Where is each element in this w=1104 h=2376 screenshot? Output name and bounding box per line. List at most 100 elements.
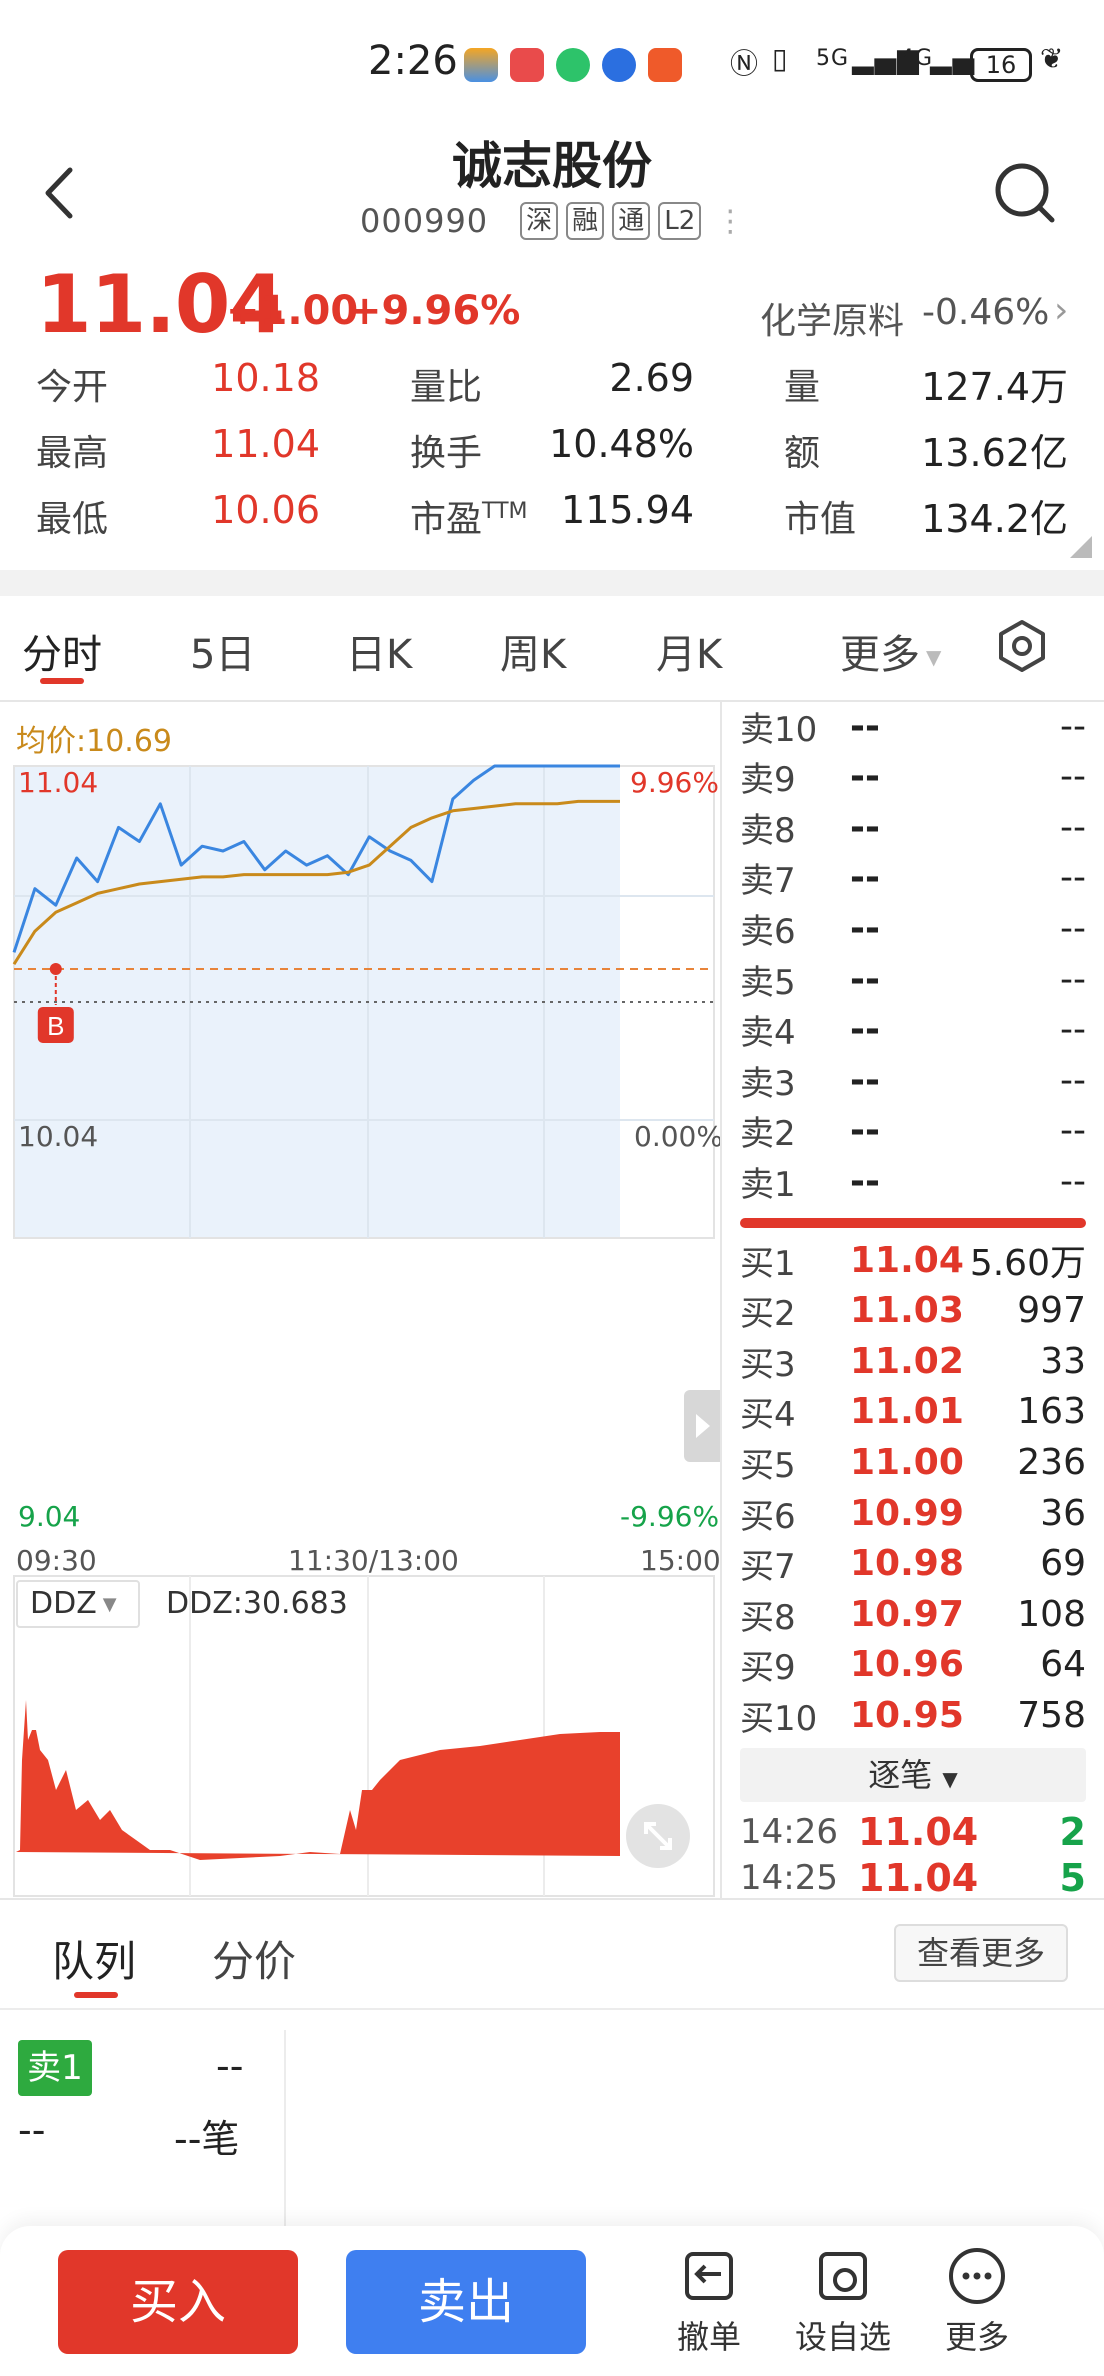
order-level-label: 卖4: [740, 1013, 796, 1054]
sector-name[interactable]: 化学原料: [760, 292, 904, 344]
chart-settings-button[interactable]: [994, 618, 1050, 674]
stat-vol-ratio: 2.69: [609, 356, 694, 400]
stat-turnover-label: 换手: [410, 433, 483, 474]
tick-row: 14:26 11.04 2: [740, 1810, 1086, 1854]
section-divider: [0, 1898, 1104, 1900]
expand-corner-icon[interactable]: [1070, 536, 1092, 558]
stat-volume-label: 量: [784, 367, 821, 408]
y-axis-high: 11.04: [18, 766, 99, 799]
tab-intraday[interactable]: 分时: [22, 622, 102, 680]
order-price: --: [850, 756, 880, 798]
caret-down-icon: ▼: [926, 645, 942, 669]
tab-more-label: 更多: [840, 632, 920, 678]
nfc-icon: Ⓝ: [730, 47, 760, 80]
order-price: --: [850, 1160, 880, 1202]
tick-by-tick-label: 逐笔: [868, 1756, 933, 1794]
sell-order-row[interactable]: 卖9 -- --: [740, 753, 1086, 801]
tick-by-tick-toggle[interactable]: 逐笔 ▼: [740, 1748, 1086, 1802]
more-actions-button[interactable]: 更多: [922, 2246, 1032, 2358]
sell-order-row[interactable]: 卖2 -- --: [740, 1107, 1086, 1155]
stock-code-row: 000990 深 融 通 L2 ⋮: [360, 202, 745, 240]
chevron-right-icon[interactable]: ›: [1054, 290, 1068, 331]
buy-order-row[interactable]: 买6 10.99 36: [740, 1489, 1086, 1537]
buy-order-row[interactable]: 买10 10.95 758: [740, 1691, 1086, 1739]
sell1-value: --: [216, 2044, 244, 2088]
add-watchlist-button[interactable]: 设自选: [788, 2246, 898, 2358]
order-level-label: 买5: [740, 1445, 796, 1486]
order-volume: 69: [1040, 1543, 1086, 1585]
sell-order-row[interactable]: 卖10 -- --: [740, 702, 1086, 750]
tab-monthly-k[interactable]: 月K: [656, 622, 722, 680]
caret-down-icon: ▼: [942, 1767, 958, 1791]
search-button[interactable]: [990, 158, 1060, 228]
leaf-icon: ❦: [1040, 42, 1065, 75]
buy-order-row[interactable]: 买8 10.97 108: [740, 1590, 1086, 1638]
sell-order-row[interactable]: 卖5 -- --: [740, 955, 1086, 1003]
tick-price: 11.04: [858, 1856, 979, 1900]
sell-order-row[interactable]: 卖4 -- --: [740, 1006, 1086, 1054]
tab-5day[interactable]: 5日: [190, 622, 255, 680]
app-notification-icon: [510, 48, 544, 82]
order-price: --: [850, 907, 880, 949]
sell-order-row[interactable]: 卖1 -- --: [740, 1157, 1086, 1205]
intraday-chart[interactable]: B: [0, 700, 720, 1900]
indicator-select[interactable]: DDZ ▼: [16, 1580, 140, 1628]
order-volume: --: [1060, 907, 1086, 949]
buy-order-row[interactable]: 买2 11.03 997: [740, 1287, 1086, 1335]
order-price: --: [850, 806, 880, 848]
buy-order-row[interactable]: 买1 11.04 5.60万: [740, 1236, 1086, 1285]
order-price: 10.97: [850, 1593, 964, 1635]
app-notification-icon: [464, 48, 498, 82]
buy-order-row[interactable]: 买3 11.02 33: [740, 1337, 1086, 1385]
buy-order-row[interactable]: 买5 11.00 236: [740, 1438, 1086, 1486]
order-volume: --: [1060, 1009, 1086, 1051]
tick-time: 14:26: [740, 1812, 838, 1852]
sell-order-row[interactable]: 卖6 -- --: [740, 904, 1086, 952]
collapse-order-book-button[interactable]: [684, 1390, 720, 1462]
tab-daily-k[interactable]: 日K: [346, 622, 412, 680]
order-volume: 163: [1017, 1391, 1086, 1433]
order-level-label: 卖10: [740, 709, 818, 750]
tab-price-distribution[interactable]: 分价: [212, 1928, 296, 1989]
order-book-separator: [720, 700, 722, 1900]
see-more-button[interactable]: 查看更多: [894, 1924, 1068, 1982]
sell-order-row[interactable]: 卖7 -- --: [740, 854, 1086, 902]
more-dots-icon[interactable]: ⋮: [715, 204, 745, 239]
order-level-label: 卖8: [740, 810, 796, 851]
add-watchlist-label: 设自选: [794, 2318, 891, 2356]
buy-order-row[interactable]: 买4 11.01 163: [740, 1388, 1086, 1436]
sell-order-row[interactable]: 卖3 -- --: [740, 1056, 1086, 1104]
ddz-area: [16, 1700, 620, 1860]
network-4g-icon: 4G: [900, 46, 934, 71]
price-change-pct: +9.96%: [348, 288, 521, 334]
order-price: 11.00: [850, 1441, 964, 1483]
app-notification-icon: [648, 48, 682, 82]
stat-mktcap: 134.2亿: [921, 497, 1068, 541]
order-level-label: 卖7: [740, 861, 796, 902]
stat-pe-sup: TTM: [482, 499, 528, 524]
buy-order-row[interactable]: 买7 10.98 69: [740, 1540, 1086, 1588]
signal-icon: ▂▄: [930, 42, 976, 75]
sell-order-row[interactable]: 卖8 -- --: [740, 803, 1086, 851]
order-volume: 64: [1040, 1644, 1086, 1686]
order-level-label: 买3: [740, 1344, 796, 1385]
tab-more[interactable]: 更多 ▼: [840, 622, 941, 680]
queue-left-value: --: [18, 2108, 46, 2152]
tab-weekly-k[interactable]: 周K: [500, 622, 566, 680]
y-axis-low-pct: -9.96%: [620, 1500, 720, 1533]
order-level-label: 买10: [740, 1698, 818, 1739]
buy-marker-dot: [49, 962, 62, 975]
fullscreen-button[interactable]: [626, 1804, 690, 1868]
avg-price-label: 均价:10.69: [16, 724, 172, 759]
status-bar: 2:26 Ⓝ ▯ 5G ▂▄▆ 4G ▂▄ 16 ❦: [0, 0, 1104, 130]
buy-order-row[interactable]: 买9 10.96 64: [740, 1641, 1086, 1689]
buy-button[interactable]: 买入: [58, 2250, 298, 2354]
cancel-order-button[interactable]: 撤单: [654, 2246, 764, 2358]
tab-queue[interactable]: 队列: [52, 1928, 136, 1989]
sell-button[interactable]: 卖出: [346, 2250, 586, 2354]
sector-change[interactable]: -0.46%: [922, 292, 1049, 333]
stat-volume: 127.4万: [921, 365, 1068, 409]
order-price: 11.03: [850, 1290, 964, 1332]
stat-low-label: 最低: [36, 499, 109, 540]
order-level-label: 买1: [740, 1243, 796, 1284]
